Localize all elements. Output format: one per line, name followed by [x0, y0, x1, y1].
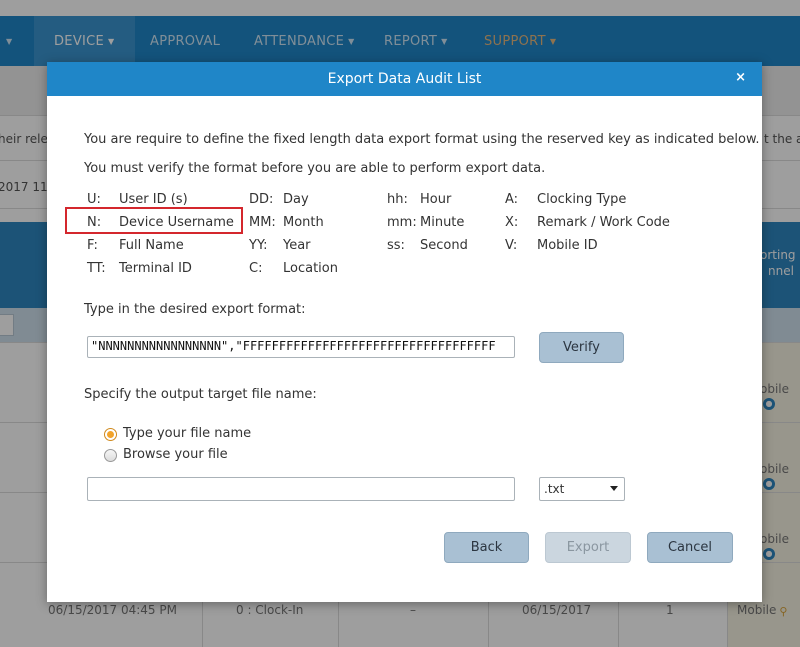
key-desc: Second — [420, 238, 468, 253]
highlight-box — [65, 207, 243, 234]
key-code: X: — [505, 215, 519, 230]
key-code: DD: — [249, 192, 274, 207]
key-desc: Day — [283, 192, 309, 207]
key-code: A: — [505, 192, 519, 207]
key-code: TT: — [87, 261, 106, 276]
key-desc: Mobile ID — [537, 238, 598, 253]
extension-value: .txt — [544, 482, 565, 496]
filename-input[interactable] — [87, 477, 515, 501]
key-code: hh: — [387, 192, 408, 207]
radio-browse-file[interactable] — [104, 449, 117, 462]
extension-select[interactable]: .txt — [539, 477, 625, 501]
key-desc: Terminal ID — [119, 261, 192, 276]
export-dialog: Export Data Audit List × You are require… — [47, 62, 762, 602]
key-code: YY: — [249, 238, 268, 253]
intro-text: You must verify the format before you ar… — [84, 161, 546, 176]
chevron-down-icon — [610, 486, 618, 491]
key-desc: Full Name — [119, 238, 184, 253]
intro-text: You are require to define the fixed leng… — [84, 132, 760, 147]
close-icon[interactable]: × — [735, 70, 746, 85]
key-desc: User ID (s) — [119, 192, 188, 207]
key-desc: Year — [283, 238, 311, 253]
key-desc: Clocking Type — [537, 192, 627, 207]
back-button[interactable]: Back — [444, 532, 529, 563]
dialog-title: Export Data Audit List — [327, 71, 482, 87]
key-desc: Remark / Work Code — [537, 215, 670, 230]
output-label: Specify the output target file name: — [84, 387, 317, 402]
key-desc: Hour — [420, 192, 452, 207]
key-desc: Month — [283, 215, 324, 230]
cancel-button[interactable]: Cancel — [647, 532, 733, 563]
key-code: U: — [87, 192, 101, 207]
key-code: V: — [505, 238, 518, 253]
format-label: Type in the desired export format: — [84, 302, 306, 317]
radio-type-filename[interactable] — [104, 428, 117, 441]
export-format-input[interactable]: "NNNNNNNNNNNNNNNNN","FFFFFFFFFFFFFFFFFFF… — [87, 336, 515, 358]
key-code: MM: — [249, 215, 276, 230]
radio-label[interactable]: Browse your file — [123, 447, 228, 462]
key-code: C: — [249, 261, 263, 276]
verify-button[interactable]: Verify — [539, 332, 624, 363]
key-code: mm: — [387, 215, 417, 230]
radio-label[interactable]: Type your file name — [123, 426, 251, 441]
key-desc: Minute — [420, 215, 465, 230]
key-code: ss: — [387, 238, 405, 253]
key-desc: Location — [283, 261, 338, 276]
export-button[interactable]: Export — [545, 532, 631, 563]
key-code: F: — [87, 238, 98, 253]
dialog-header: Export Data Audit List × — [47, 62, 762, 96]
